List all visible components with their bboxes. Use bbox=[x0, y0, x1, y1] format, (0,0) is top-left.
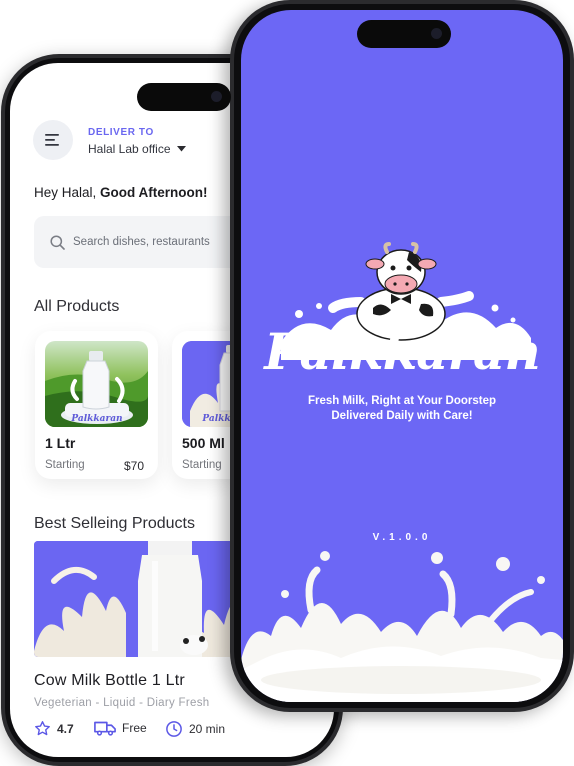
greeting: Hey Halal, Good Afternoon! bbox=[34, 185, 208, 200]
star-icon bbox=[35, 721, 50, 736]
caret-down-icon bbox=[176, 146, 186, 152]
menu-button[interactable] bbox=[33, 120, 73, 160]
product-starting-label: Starting bbox=[182, 459, 222, 471]
splash-phone-frame: Palkkaran Fresh Milk, Right at Your Door… bbox=[230, 0, 574, 712]
tagline: Fresh Milk, Right at Your Doorstep Deliv… bbox=[241, 394, 563, 424]
featured-product-title[interactable]: Cow Milk Bottle 1 Ltr bbox=[34, 672, 185, 690]
camera-dot bbox=[211, 91, 222, 102]
delivery-fee-value: Free bbox=[122, 721, 147, 735]
product-price: $70 bbox=[123, 459, 144, 473]
dynamic-island bbox=[137, 83, 231, 111]
delivery-time-value: 20 min bbox=[189, 722, 226, 736]
product-starting-label: Starting bbox=[45, 459, 85, 471]
splash-screen: Palkkaran Fresh Milk, Right at Your Door… bbox=[241, 10, 563, 702]
best-selling-heading: Best Selleing Products bbox=[34, 515, 195, 532]
tagline-line-2: Delivered Daily with Care! bbox=[331, 410, 473, 422]
menu-icon bbox=[45, 134, 59, 146]
dynamic-island bbox=[357, 20, 451, 48]
camera-dot bbox=[431, 28, 442, 39]
rating-value: 4.7 bbox=[57, 721, 74, 736]
greeting-prefix: Hey Halal, bbox=[34, 185, 97, 200]
deliver-to-label: DELIVER TO bbox=[88, 127, 154, 138]
product-card-1ltr[interactable]: Palkkaran 1 Ltr Starting $70 bbox=[35, 331, 158, 479]
all-products-heading: All Products bbox=[34, 298, 120, 315]
brand-logo: Palkkaran bbox=[264, 322, 540, 381]
delivery-fee: Free bbox=[94, 720, 147, 736]
product-size: 500 Ml bbox=[182, 435, 225, 451]
product-image-1ltr: Palkkaran bbox=[45, 341, 148, 427]
delivery-location[interactable]: DELIVER TO Halal Lab office bbox=[88, 127, 186, 156]
search-icon bbox=[50, 234, 65, 250]
delivery-location-value: Halal Lab office bbox=[88, 142, 171, 156]
featured-product-tags: Vegeterian - Liquid - Diary Fresh bbox=[34, 697, 210, 709]
clock-icon bbox=[166, 721, 182, 737]
delivery-time: 20 min bbox=[165, 720, 225, 738]
milk-splash-illustration bbox=[241, 551, 563, 702]
tagline-line-1: Fresh Milk, Right at Your Doorstep bbox=[307, 395, 497, 407]
delivery-truck-icon bbox=[94, 721, 116, 736]
product-size: 1 Ltr bbox=[45, 435, 76, 451]
rating: 4.7 bbox=[34, 720, 74, 737]
search-input[interactable]: Search dishes, restaurants bbox=[73, 236, 210, 248]
svg-text:Palkkaran: Palkkaran bbox=[70, 414, 122, 424]
greeting-time: Good Afternoon! bbox=[100, 185, 208, 200]
